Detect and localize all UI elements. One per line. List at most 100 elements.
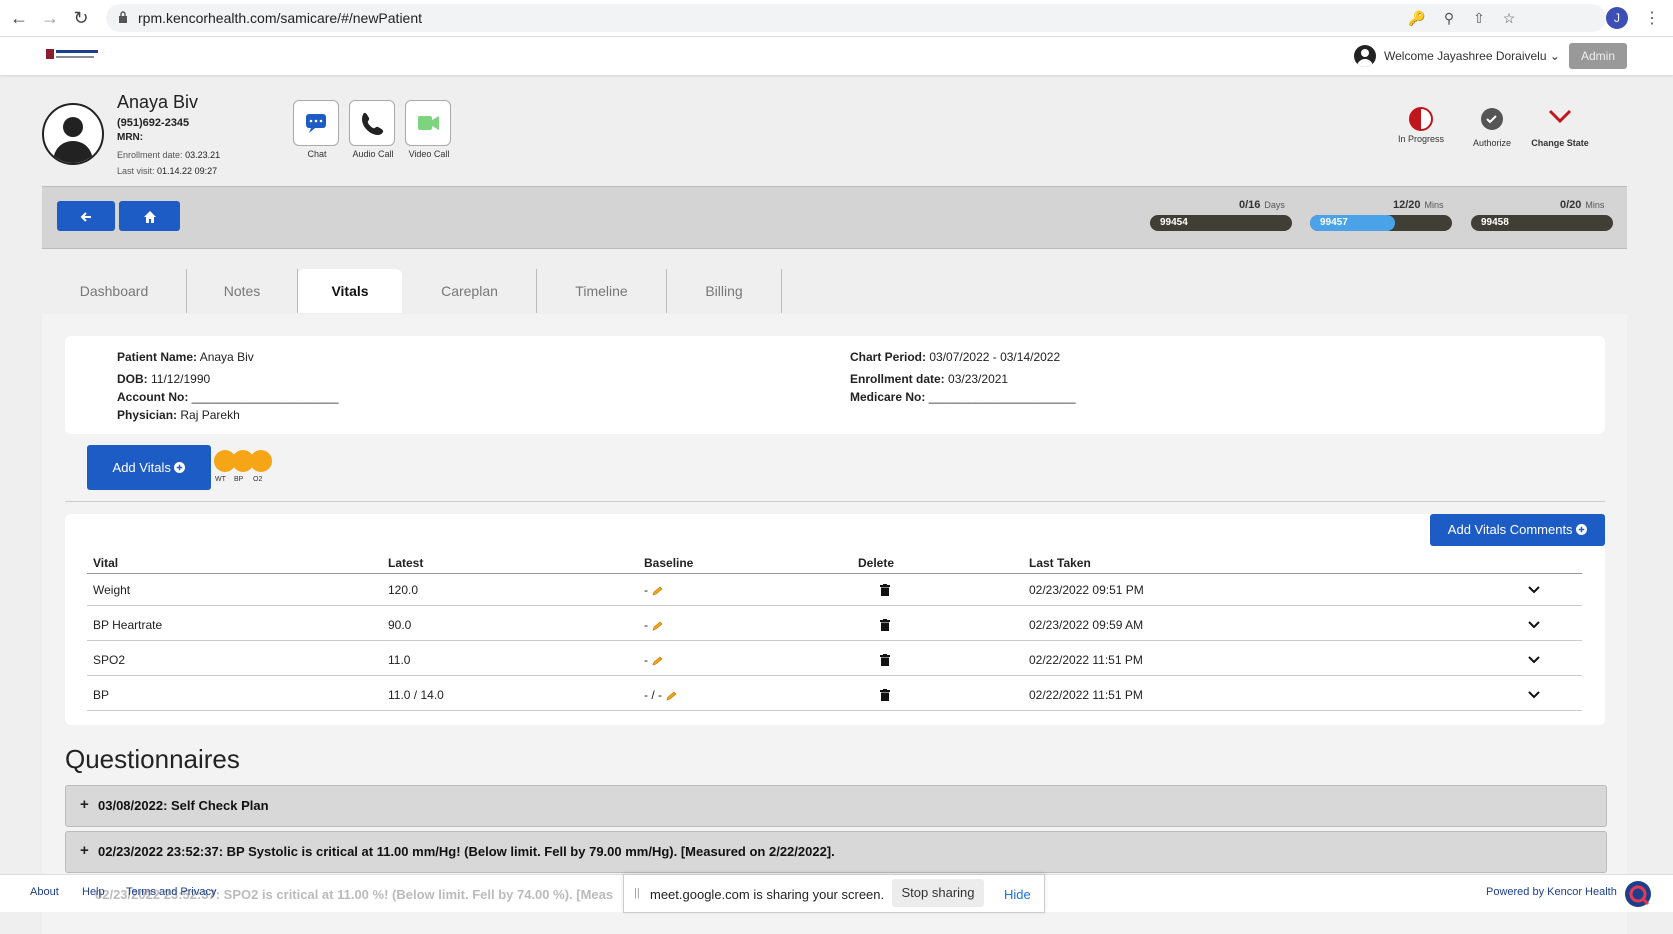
- vitals-table-card: Add Vitals Comments Vital Latest Baselin…: [65, 514, 1605, 725]
- back-button[interactable]: [57, 201, 115, 231]
- trash-icon[interactable]: [880, 654, 890, 666]
- screen-share-bar: || meet.google.com is sharing your scree…: [623, 874, 1045, 913]
- vital-dot-o2[interactable]: [250, 450, 272, 472]
- row-latest: 11.0 / 14.0: [388, 688, 444, 702]
- tab-notes[interactable]: Notes: [187, 269, 298, 313]
- pencil-icon[interactable]: [665, 691, 677, 701]
- welcome-text[interactable]: Welcome Jayashree Doraivelu ⌄: [1384, 49, 1560, 63]
- patient-name: Anaya Biv: [117, 92, 199, 112]
- address-bar[interactable]: rpm.kencorhealth.com/samicare/#/newPatie…: [106, 4, 1606, 32]
- info-physician: Physician: Raj Parekh: [117, 408, 240, 422]
- lock-icon: [119, 11, 127, 23]
- cpt-code: 99454: [1160, 217, 1188, 228]
- patient-phone: (951)692-2345: [117, 117, 190, 129]
- drag-handle-icon[interactable]: ||: [634, 887, 640, 899]
- tab-vitals[interactable]: Vitals: [298, 269, 402, 313]
- col-vital: Vital: [93, 556, 119, 570]
- vital-dot-label: BP: [234, 476, 244, 483]
- col-delete: Delete: [858, 556, 895, 570]
- about-link[interactable]: About: [30, 886, 59, 898]
- row-vital: Weight: [93, 583, 131, 597]
- share-icon[interactable]: ⇧: [1470, 9, 1488, 27]
- info-dob: DOB: 11/12/1990: [117, 372, 211, 386]
- hide-button[interactable]: Hide: [1004, 887, 1031, 902]
- admin-button[interactable]: Admin: [1569, 43, 1627, 69]
- table-header-divider: [87, 573, 1582, 574]
- zoom-icon[interactable]: ⚲: [1440, 9, 1458, 27]
- row-baseline[interactable]: -: [644, 618, 663, 632]
- patient-navbar: 0/16 Days 99454 12/20 Mins 99457 0/20 Mins …: [42, 186, 1627, 249]
- authorize-check-icon[interactable]: [1480, 107, 1504, 131]
- stop-sharing-button[interactable]: Stop sharing: [892, 879, 984, 907]
- tab-dashboard[interactable]: Dashboard: [42, 269, 187, 313]
- row-divider: [87, 675, 1582, 676]
- chevron-down-icon[interactable]: [1527, 655, 1541, 665]
- in-progress-icon[interactable]: [1409, 107, 1433, 131]
- pencil-icon[interactable]: [651, 621, 663, 631]
- expand-plus-icon[interactable]: +: [80, 796, 89, 813]
- penn-medicine-logo: [46, 49, 98, 59]
- video-call-button[interactable]: [405, 100, 451, 146]
- profile-avatar[interactable]: J: [1606, 7, 1628, 29]
- info-account: Account No: ______________________: [117, 390, 339, 404]
- tab-billing[interactable]: Billing: [667, 269, 782, 313]
- trash-icon[interactable]: [880, 619, 890, 631]
- chat-icon: [306, 114, 326, 133]
- row-divider: [87, 640, 1582, 641]
- terms-link[interactable]: Terms and Privacy: [126, 886, 216, 898]
- row-divider: [87, 710, 1582, 711]
- row-baseline[interactable]: - / -: [644, 688, 677, 702]
- questionnaire-item[interactable]: + 03/08/2022: Self Check Plan: [65, 785, 1607, 827]
- browser-menu-icon[interactable]: ⋮: [1644, 8, 1660, 28]
- user-icon[interactable]: [1354, 45, 1376, 67]
- chat-button[interactable]: [293, 100, 339, 146]
- video-call-label: Video Call: [408, 149, 450, 159]
- pencil-icon[interactable]: [651, 586, 663, 596]
- plus-circle-icon: [1576, 524, 1588, 535]
- bookmark-star-icon[interactable]: ☆: [1500, 9, 1518, 27]
- change-state-chevron-icon[interactable]: [1548, 104, 1572, 128]
- patient-last-visit: Last visit: 01.14.22 09:27: [117, 166, 218, 176]
- chevron-down-icon[interactable]: [1527, 690, 1541, 700]
- row-last-taken: 02/23/2022 09:59 AM: [1029, 618, 1144, 632]
- add-vitals-comments-button[interactable]: Add Vitals Comments: [1430, 514, 1605, 546]
- reload-icon[interactable]: ↻: [70, 7, 92, 29]
- info-patient-name: Patient Name: Anaya Biv: [117, 350, 254, 364]
- audio-call-button[interactable]: [349, 100, 395, 146]
- forward-arrow-icon[interactable]: →: [39, 7, 61, 29]
- cpt-99458-progress: 99458: [1471, 215, 1613, 231]
- col-baseline: Baseline: [644, 556, 694, 570]
- row-vital: BP: [93, 688, 110, 702]
- help-link[interactable]: Help: [82, 886, 105, 898]
- url-text: rpm.kencorhealth.com/samicare/#/newPatie…: [138, 10, 423, 26]
- info-chart-period: Chart Period: 03/07/2022 - 03/14/2022: [850, 350, 1061, 364]
- powered-by-text: Powered by Kencor Health: [1486, 886, 1617, 898]
- patient-mrn: MRN:: [117, 132, 144, 143]
- row-last-taken: 02/22/2022 11:51 PM: [1029, 653, 1143, 667]
- browser-toolbar: ← → ↻ rpm.kencorhealth.com/samicare/#/ne…: [0, 0, 1673, 37]
- in-progress-label: In Progress: [1397, 134, 1445, 144]
- row-baseline[interactable]: -: [644, 583, 663, 597]
- row-latest: 120.0: [388, 583, 419, 597]
- share-message: meet.google.com is sharing your screen.: [650, 887, 885, 902]
- trash-icon[interactable]: [880, 584, 890, 596]
- pencil-icon[interactable]: [651, 656, 663, 666]
- trash-icon[interactable]: [880, 689, 890, 701]
- chevron-down-icon[interactable]: [1527, 620, 1541, 630]
- chevron-down-icon[interactable]: [1527, 585, 1541, 595]
- key-icon[interactable]: 🔑: [1408, 9, 1426, 27]
- cpt-99457-progress: 99457: [1310, 215, 1452, 231]
- cpt-code: 99458: [1481, 217, 1509, 228]
- expand-plus-icon[interactable]: +: [80, 842, 89, 859]
- questionnaire-item[interactable]: + 02/23/2022 23:52:37: BP Systolic is cr…: [65, 831, 1607, 873]
- tab-careplan[interactable]: Careplan: [403, 269, 537, 313]
- add-vitals-button[interactable]: Add Vitals: [87, 445, 211, 490]
- cpt-99457-count: 12/20 Mins: [1393, 199, 1444, 211]
- row-baseline[interactable]: -: [644, 653, 663, 667]
- back-arrow-icon[interactable]: ←: [8, 7, 30, 29]
- tab-timeline[interactable]: Timeline: [537, 269, 667, 313]
- row-latest: 90.0: [388, 618, 412, 632]
- info-enrollment: Enrollment date: 03/23/2021: [850, 372, 1009, 386]
- home-button[interactable]: [119, 201, 180, 231]
- patient-avatar: [42, 103, 104, 165]
